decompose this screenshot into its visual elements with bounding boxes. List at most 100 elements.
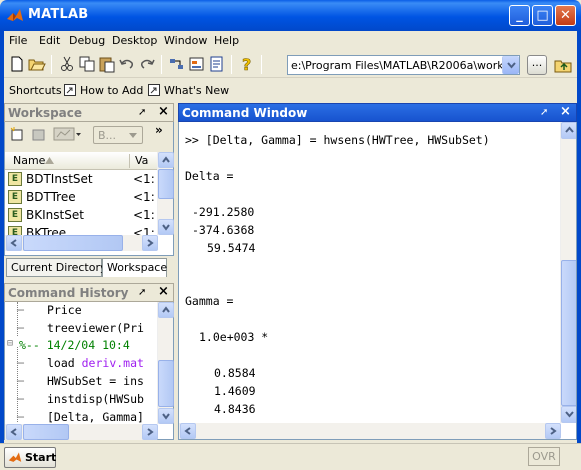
command-history-title: Command History <box>8 286 129 300</box>
workspace-vertical-scrollbar[interactable] <box>157 152 174 235</box>
scroll-left-button[interactable] <box>6 424 22 440</box>
scroll-down-button[interactable] <box>158 219 174 235</box>
scroll-down-button[interactable] <box>561 406 576 423</box>
current-directory-combo[interactable]: e:\Program Files\MATLAB\R2006a\work <box>287 55 520 75</box>
scroll-thumb[interactable] <box>23 424 69 440</box>
close-panel-icon[interactable]: × <box>158 104 169 119</box>
status-bar: Start OVR <box>0 443 581 470</box>
history-session-date[interactable]: %-- 14/2/04 10:4 <box>19 338 130 352</box>
menu-help[interactable]: Help <box>214 34 239 47</box>
scroll-thumb[interactable] <box>23 235 123 251</box>
scroll-down-button[interactable] <box>158 408 174 424</box>
minimize-icon: _ <box>516 8 523 23</box>
workspace-title-bar[interactable]: Workspace ➚ × <box>4 103 174 122</box>
sort-ascending-icon <box>45 157 54 164</box>
scroll-right-button[interactable] <box>545 423 561 439</box>
start-button[interactable]: Start <box>4 447 56 468</box>
scroll-thumb[interactable] <box>158 360 174 407</box>
new-variable-icon[interactable] <box>9 126 25 142</box>
command-window-title: Command Window <box>182 106 308 120</box>
menu-desktop[interactable]: Desktop <box>112 34 157 47</box>
history-item[interactable]: Price <box>47 303 82 317</box>
command-window-horizontal-scrollbar[interactable] <box>179 423 561 439</box>
chevron-right-icon <box>147 428 154 436</box>
scroll-thumb[interactable] <box>158 169 174 199</box>
shortcut-icon <box>64 84 76 96</box>
open-variable-icon[interactable] <box>31 126 47 142</box>
table-row[interactable]: E BKTree <1: <box>5 225 157 235</box>
scroll-up-button[interactable] <box>158 302 174 318</box>
cut-icon[interactable] <box>58 55 76 73</box>
paste-icon[interactable] <box>98 55 116 73</box>
command-window-vertical-scrollbar[interactable] <box>560 122 576 423</box>
table-row[interactable]: E BKInstSet <1: <box>5 207 157 224</box>
struct-variable-icon: E <box>8 190 22 204</box>
history-horizontal-scrollbar[interactable] <box>5 424 158 440</box>
table-row[interactable]: E BDTTree <1: <box>5 189 157 206</box>
history-vertical-scrollbar[interactable] <box>157 302 174 424</box>
column-value-header[interactable]: Va <box>135 154 148 167</box>
profiler-icon[interactable] <box>208 55 226 73</box>
up-folder-icon[interactable] <box>553 55 573 75</box>
history-item[interactable]: load deriv.mat <box>47 356 144 370</box>
shortcut-how-to-add[interactable]: How to Add <box>80 84 143 97</box>
chevron-down-icon <box>507 62 516 69</box>
plot-type-dropdown[interactable]: B... <box>93 126 143 144</box>
minimize-button[interactable]: _ <box>509 5 530 26</box>
redo-icon[interactable] <box>138 55 156 73</box>
new-file-icon[interactable] <box>8 55 26 73</box>
output-line: Delta = <box>185 169 234 183</box>
toolbar-overflow-icon[interactable]: » <box>155 123 163 137</box>
close-icon: ✕ <box>560 8 571 23</box>
shortcuts-label[interactable]: Shortcuts <box>9 84 62 97</box>
open-folder-icon[interactable] <box>28 55 46 73</box>
close-button[interactable]: ✕ <box>555 5 576 26</box>
undo-icon[interactable] <box>118 55 136 73</box>
scroll-thumb[interactable] <box>561 260 576 406</box>
guide-icon[interactable] <box>188 55 206 73</box>
menu-file[interactable]: File <box>9 34 27 47</box>
scroll-right-button[interactable] <box>142 235 158 251</box>
variable-name: BDTTree <box>26 190 76 204</box>
simulink-icon[interactable] <box>168 55 186 73</box>
scroll-right-button[interactable] <box>142 424 158 440</box>
dropdown-button[interactable] <box>502 56 519 74</box>
copy-icon[interactable] <box>78 55 96 73</box>
close-panel-icon[interactable]: × <box>560 104 571 119</box>
undock-icon[interactable]: ➚ <box>138 107 146 118</box>
history-item[interactable]: HWSubSet = ins <box>47 374 144 388</box>
history-item[interactable]: [Delta, Gamma] <box>47 410 144 424</box>
maximize-button[interactable]: □ <box>532 5 553 26</box>
undock-icon[interactable]: ➚ <box>540 107 548 118</box>
matlab-logo-icon <box>7 9 23 21</box>
menu-window[interactable]: Window <box>164 34 207 47</box>
tab-workspace[interactable]: Workspace <box>102 258 167 277</box>
scroll-left-button[interactable] <box>6 235 22 251</box>
scroll-up-button[interactable] <box>561 122 576 139</box>
tab-current-directory[interactable]: Current Directory <box>6 258 107 277</box>
collapse-icon[interactable]: ⊟ <box>7 338 13 349</box>
column-name-header[interactable]: Name <box>13 154 45 167</box>
history-item[interactable]: treeviewer(Pri <box>47 321 144 335</box>
shortcut-icon <box>148 84 160 96</box>
column-divider[interactable] <box>129 154 130 168</box>
command-window-title-bar[interactable]: Command Window ➚ × <box>178 103 577 122</box>
browse-folder-button[interactable]: ... <box>527 55 547 75</box>
scroll-up-button[interactable] <box>158 152 174 168</box>
struct-variable-icon: E <box>8 226 22 235</box>
overwrite-indicator: OVR <box>528 447 560 466</box>
undock-icon[interactable]: ➚ <box>138 287 146 298</box>
history-item[interactable]: instdisp(HWSub <box>47 392 144 406</box>
title-bar[interactable]: MATLAB _ □ ✕ <box>0 0 581 31</box>
scroll-left-button[interactable] <box>180 423 196 439</box>
plot-variable-icon[interactable] <box>53 126 81 142</box>
table-row[interactable]: E BDTInstSet <1: <box>5 171 157 188</box>
menu-debug[interactable]: Debug <box>69 34 105 47</box>
command-history-title-bar[interactable]: Command History ➚ × <box>4 283 174 302</box>
shortcut-whats-new[interactable]: What's New <box>164 84 229 97</box>
command-window-body[interactable]: >> [Delta, Gamma] = hwsens(HWTree, HWSub… <box>178 122 577 440</box>
help-icon[interactable]: ? <box>238 55 256 73</box>
close-panel-icon[interactable]: × <box>158 284 169 299</box>
workspace-horizontal-scrollbar[interactable] <box>5 235 158 251</box>
menu-edit[interactable]: Edit <box>39 34 60 47</box>
